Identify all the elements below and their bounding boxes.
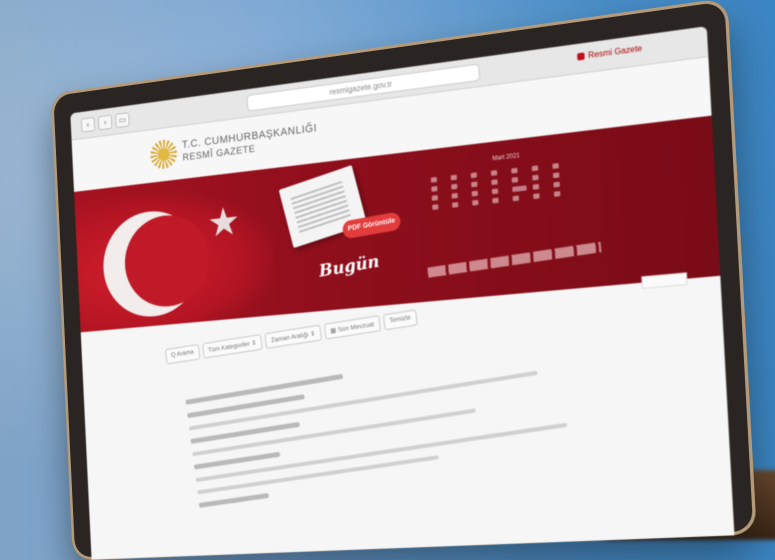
browser-nav-buttons: ‹ › ▭ bbox=[81, 112, 130, 133]
calendar-day[interactable] bbox=[554, 191, 561, 197]
search-filter[interactable]: Q Arama bbox=[165, 344, 200, 364]
calendar-day[interactable] bbox=[452, 193, 458, 199]
calendar-title: Mart 2021 bbox=[492, 153, 520, 162]
calendar-day[interactable] bbox=[513, 195, 519, 201]
category-select[interactable]: Tüm Kategoriler ⇕ bbox=[202, 334, 263, 359]
calendar-day[interactable] bbox=[471, 172, 477, 178]
date-range-select[interactable]: Zaman Aralığı ⇕ bbox=[265, 325, 322, 349]
calendar-day[interactable] bbox=[472, 191, 478, 197]
section-heading bbox=[199, 493, 269, 508]
calendar-day[interactable] bbox=[432, 195, 438, 201]
tab-resmi-gazete[interactable]: Resmi Gazete bbox=[577, 44, 642, 62]
calendar-day[interactable] bbox=[472, 200, 478, 206]
calendar-day[interactable] bbox=[431, 186, 437, 192]
calendar-day[interactable] bbox=[451, 184, 457, 190]
calendar-day[interactable] bbox=[533, 193, 539, 199]
calendar-widget: Mart 2021 bbox=[422, 147, 579, 255]
calendar-day[interactable] bbox=[492, 188, 498, 194]
calendar-day[interactable] bbox=[553, 182, 560, 188]
calendar-day[interactable] bbox=[452, 202, 458, 208]
calendar-day[interactable] bbox=[451, 175, 457, 181]
laptop-bezel: ‹ › ▭ resmigazete.gov.tr Resmi Gazete T.… bbox=[51, 0, 757, 560]
calendar-day[interactable] bbox=[492, 198, 498, 204]
forward-icon[interactable]: › bbox=[98, 114, 112, 130]
calendar-day[interactable] bbox=[471, 182, 477, 188]
calendar-day[interactable] bbox=[532, 165, 538, 171]
today-label[interactable]: Bugün bbox=[318, 252, 380, 282]
presidential-emblem-icon[interactable] bbox=[150, 138, 178, 170]
calendar-day[interactable] bbox=[491, 179, 497, 185]
sidebar-icon[interactable]: ▭ bbox=[115, 112, 130, 128]
back-icon[interactable]: ‹ bbox=[81, 117, 95, 133]
laptop-screen: ‹ › ▭ resmigazete.gov.tr Resmi Gazete T.… bbox=[70, 26, 734, 560]
calendar-day[interactable] bbox=[511, 168, 517, 174]
content-dropdown[interactable] bbox=[641, 272, 687, 289]
calendar-grid bbox=[431, 162, 573, 210]
list-item[interactable] bbox=[189, 371, 537, 431]
calendar-day[interactable] bbox=[532, 175, 538, 181]
latest-legislation-button[interactable]: ▦ Son Mevzuat bbox=[324, 315, 381, 339]
clear-button[interactable]: Temizle bbox=[383, 309, 418, 330]
laptop: ‹ › ▭ resmigazete.gov.tr Resmi Gazete T.… bbox=[0, 0, 775, 529]
calendar-day-selected[interactable] bbox=[512, 185, 527, 192]
star-icon: ★ bbox=[206, 201, 240, 243]
calendar-day[interactable] bbox=[553, 172, 560, 178]
calendar-day[interactable] bbox=[552, 163, 559, 169]
calendar-day[interactable] bbox=[512, 177, 518, 183]
calendar-day[interactable] bbox=[431, 177, 437, 183]
calendar-day[interactable] bbox=[533, 184, 539, 190]
calendar-day[interactable] bbox=[491, 170, 497, 176]
calendar-day[interactable] bbox=[432, 204, 438, 210]
